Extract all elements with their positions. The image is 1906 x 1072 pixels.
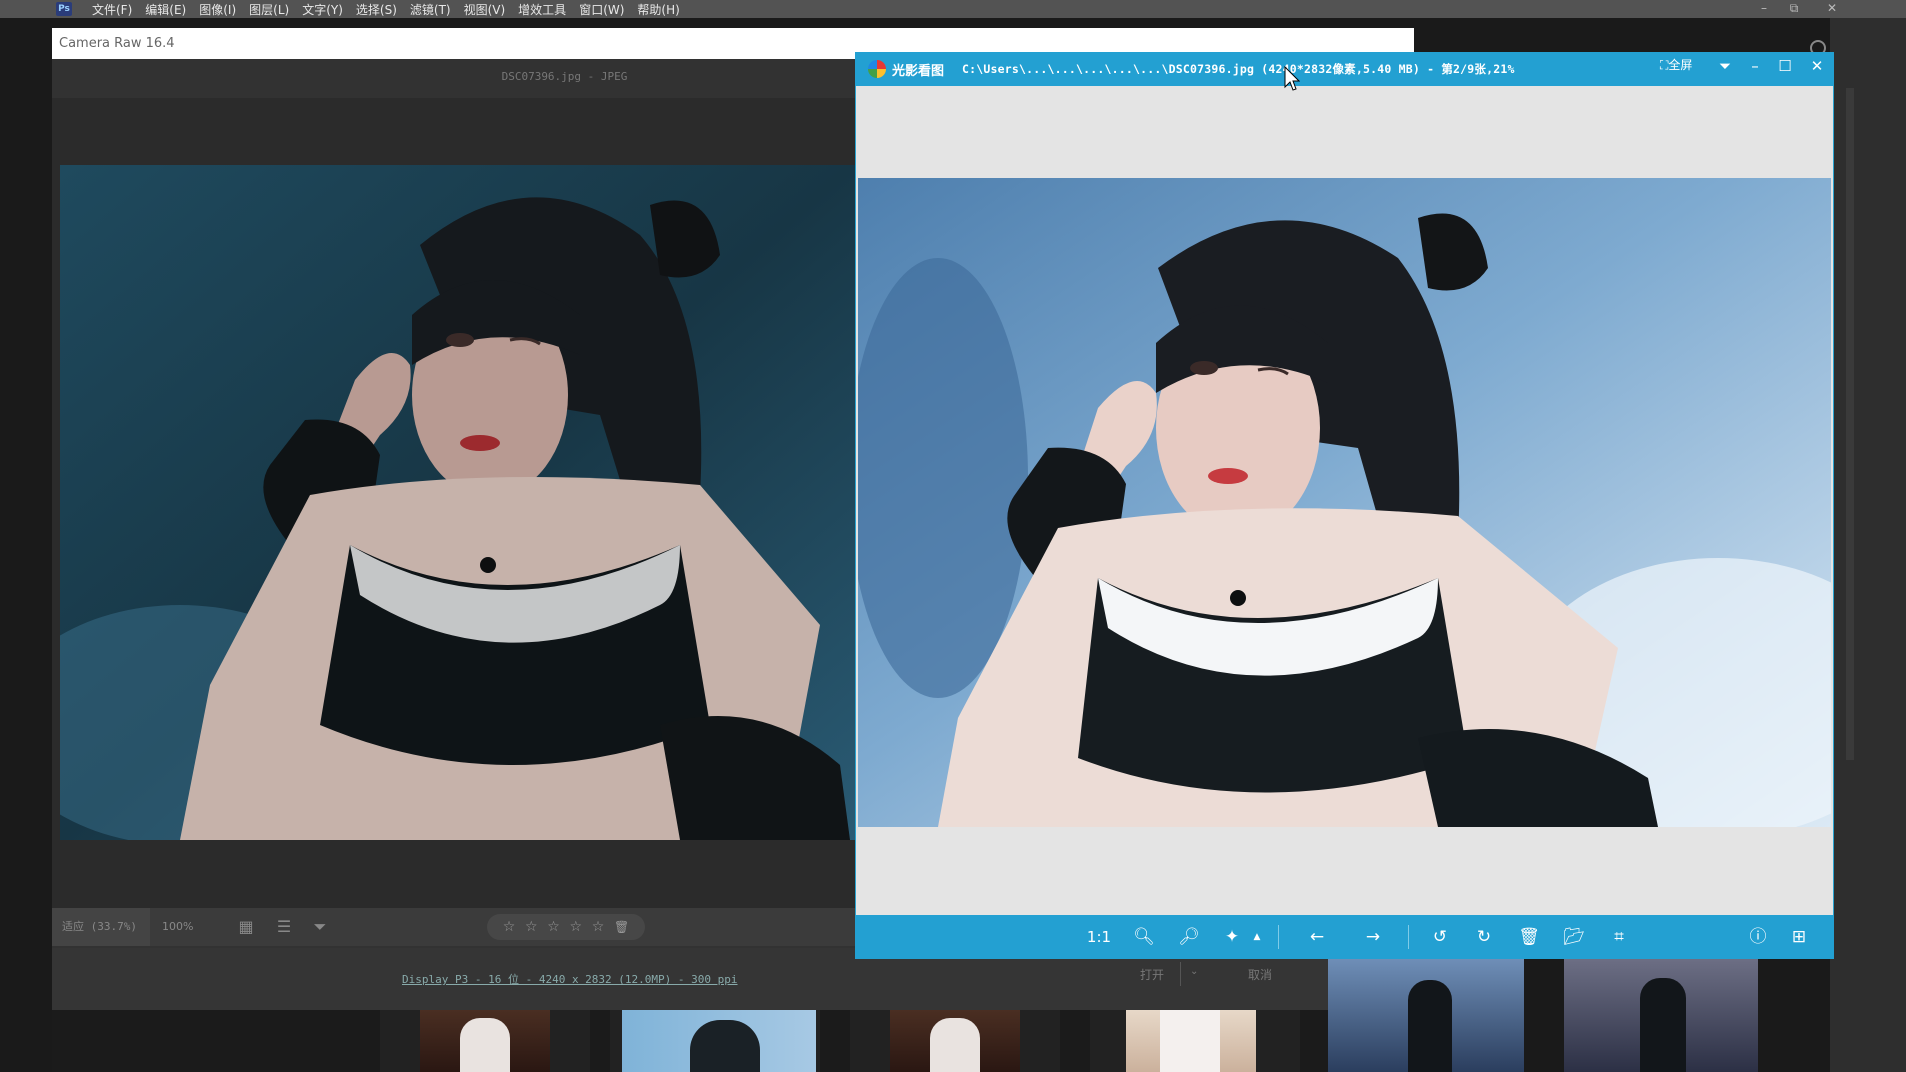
filmstrip-cell[interactable] [1328,958,1524,1072]
fullscreen-button[interactable]: ⛶全屏 [1660,56,1692,73]
viewer-file-path: C:\Users\...\...\...\...\...\DSC07396.jp… [962,62,1515,76]
sort-icon[interactable]: ☰ [272,917,296,937]
delete-icon[interactable]: 🗑︎ [1515,924,1543,950]
star-icon[interactable]: ☆ [592,919,605,935]
star-icon[interactable]: ☆ [503,919,516,935]
viewer-toolbar [855,915,1834,959]
photoshop-menu-bar: Ps 文件(F) 编辑(E) 图像(I) 图层(L) 文字(Y) 选择(S) 滤… [0,0,1906,18]
actual-size-button[interactable]: 1:1 [1082,924,1116,950]
filmstrip-cell[interactable] [1564,958,1758,1072]
ps-restore-button[interactable]: ⧉ [1780,0,1808,18]
viewer-menu-button[interactable]: ⏷ [1713,54,1737,78]
menu-type[interactable]: 文字(Y) [302,1,343,18]
menu-window[interactable]: 窗口(W) [579,1,624,18]
menu-plugins[interactable]: 增效工具 [518,1,566,18]
cancel-button[interactable]: 取消 [1248,966,1272,983]
crop-icon[interactable]: ⌗ [1605,924,1633,950]
open-folder-icon[interactable]: 📂︎ [1560,924,1588,950]
zoom-in-icon[interactable]: 🔍︎ [1130,924,1158,950]
rotate-left-icon[interactable]: ↺ [1426,924,1454,950]
fullscreen-label: 全屏 [1668,58,1693,72]
menu-image[interactable]: 图像(I) [199,1,236,18]
divider [1408,925,1409,949]
viewer-app-name: 光影看图 [892,63,945,79]
cr-preview-image [60,165,856,840]
menu-filter[interactable]: 滤镜(T) [410,1,451,18]
rating-stars[interactable]: ☆ ☆ ☆ ☆ ☆ 🗑 [487,914,645,940]
menu-layer[interactable]: 图层(L) [249,1,289,18]
mouse-cursor-icon [1284,66,1300,92]
zoom-fit-button[interactable]: 适应 (33.7%) [52,908,150,946]
divider [1278,925,1279,949]
ps-scrollbar[interactable] [1846,88,1854,760]
rotate-right-icon[interactable]: ↻ [1470,924,1498,950]
ps-right-panel [1830,18,1906,1072]
chevron-up-icon[interactable]: ▲ [1250,924,1264,950]
filmstrip-cell[interactable] [850,1010,1060,1072]
zoom-100-label: 100% [162,920,194,933]
filmstrip-cell[interactable] [1090,1010,1300,1072]
star-icon[interactable]: ☆ [525,919,538,935]
trash-icon[interactable]: 🗑 [614,920,629,934]
open-options-icon[interactable]: ⌄ [1190,966,1198,977]
menu-edit[interactable]: 编辑(E) [145,1,186,18]
menu-view[interactable]: 视图(V) [464,1,506,18]
zoom-100-dropdown[interactable]: 100% ⌄ [152,908,216,971]
magic-wand-icon[interactable]: ✦ [1218,924,1246,950]
star-icon[interactable]: ☆ [570,919,583,935]
grid-icon[interactable]: ⊞ [1785,924,1813,950]
menu-file[interactable]: 文件(F) [92,1,132,18]
compare-view-icon[interactable]: ▦ [234,917,258,937]
ps-minimize-button[interactable]: – [1750,0,1778,18]
viewer-image[interactable] [858,178,1831,827]
filmstrip-cell[interactable] [610,1010,820,1072]
filter-icon[interactable]: ⏷ [308,917,332,937]
open-button[interactable]: 打开 [1140,966,1164,983]
viewer-logo-icon [868,60,886,78]
viewer-minimize-button[interactable]: – [1743,54,1767,78]
star-icon[interactable]: ☆ [547,919,560,935]
zoom-out-icon[interactable]: 🔎︎ [1175,924,1203,950]
divider [1180,962,1181,986]
filmstrip-cell[interactable] [380,1010,590,1072]
workflow-options-link[interactable]: Display P3 - 16 位 - 4240 x 2832 (12.0MP)… [402,971,738,987]
next-arrow-icon[interactable]: → [1358,924,1388,950]
viewer-maximize-button[interactable]: ☐ [1773,54,1797,78]
prev-arrow-icon[interactable]: ← [1302,924,1332,950]
ps-close-button[interactable]: ✕ [1818,0,1846,18]
menu-select[interactable]: 选择(S) [356,1,397,18]
viewer-close-button[interactable]: ✕ [1805,54,1829,78]
photoshop-logo: Ps [56,2,72,16]
info-icon[interactable]: ⓘ [1744,924,1772,950]
menu-help[interactable]: 帮助(H) [637,1,679,18]
